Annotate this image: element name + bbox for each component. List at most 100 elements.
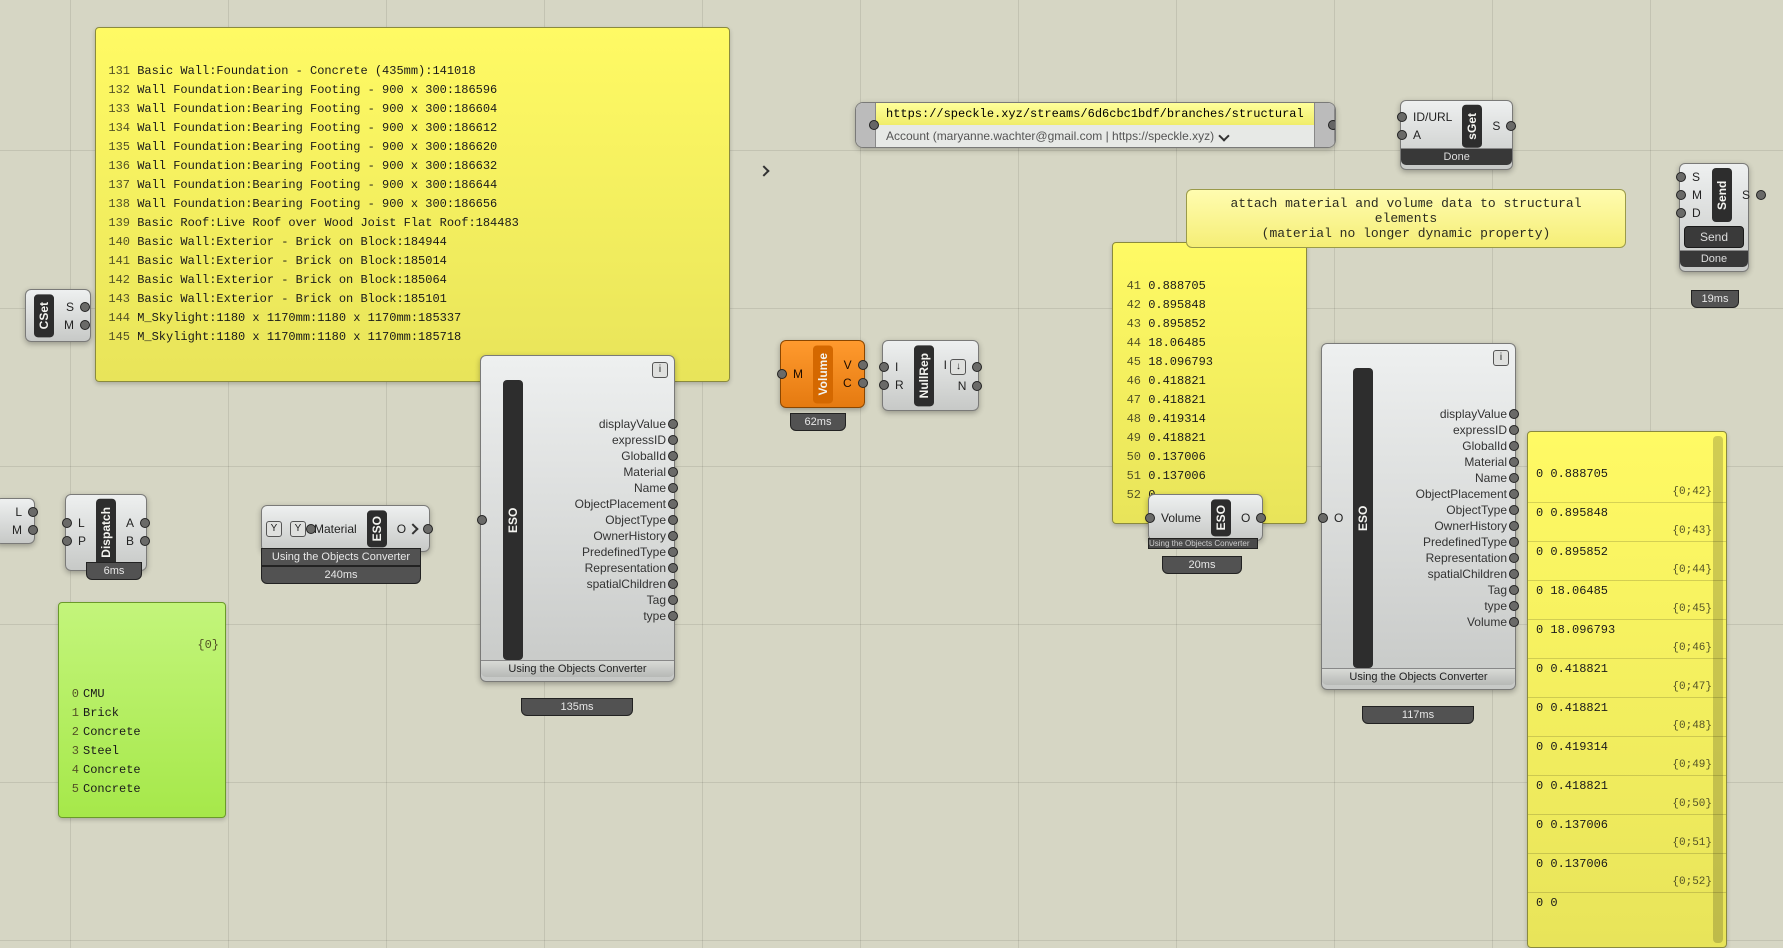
list-item: 44 18.06485 (1119, 334, 1300, 353)
eso-output-type[interactable]: type (527, 608, 674, 624)
nullrep-title: NullRep (914, 345, 934, 406)
eso-output-globalid[interactable]: GlobalId (527, 448, 674, 464)
list-item: 133 Wall Foundation:Bearing Footing - 90… (102, 100, 723, 119)
nullrep-out-i[interactable]: I ↓ (938, 356, 979, 377)
dispatch-out-a[interactable]: A (120, 514, 146, 532)
send-button[interactable]: Send (1684, 226, 1744, 248)
eso-output-name[interactable]: Name (1377, 470, 1515, 486)
dispatch-in-p[interactable]: P (66, 532, 92, 550)
eso-output-tag[interactable]: Tag (1377, 582, 1515, 598)
tree-row: 0 0.418821{0;47} (1528, 658, 1726, 697)
port-in-icon[interactable] (856, 103, 876, 147)
list-item: 2Concrete (65, 723, 219, 742)
send-in-m[interactable]: M (1680, 186, 1708, 204)
eso-output-displayvalue[interactable]: displayValue (1377, 406, 1515, 422)
volume-out-v[interactable]: V (837, 356, 864, 374)
eso-output-spatialchildren[interactable]: spatialChildren (527, 576, 674, 592)
material-eso-title: ESO (367, 510, 387, 547)
eso-output-ownerhistory[interactable]: OwnerHistory (527, 528, 674, 544)
cset-port-s[interactable]: S (58, 298, 86, 316)
eso-output-tag[interactable]: Tag (527, 592, 674, 608)
dispatch-out-b[interactable]: B (120, 532, 146, 550)
eso-output-objectplacement[interactable]: ObjectPlacement (1377, 486, 1515, 502)
dispatch-in-l[interactable]: L (66, 514, 92, 532)
volume-eso-timer: 20ms (1162, 556, 1242, 574)
eso-output-predefinedtype[interactable]: PredefinedType (527, 544, 674, 560)
chevron-down-icon[interactable] (1218, 130, 1229, 141)
eso-output-predefinedtype[interactable]: PredefinedType (1377, 534, 1515, 550)
down-arrow-icon[interactable]: ↓ (950, 359, 966, 375)
component-eso-right[interactable]: i O ESO displayValueexpressIDGlobalIdMat… (1321, 343, 1516, 690)
info-icon[interactable]: i (1493, 350, 1509, 366)
scrollbar[interactable] (1713, 436, 1723, 943)
eso-output-volume[interactable]: Volume (1377, 614, 1515, 630)
eso-output-globalid[interactable]: GlobalId (1377, 438, 1515, 454)
eso-output-material[interactable]: Material (527, 464, 674, 480)
stream-url-strip[interactable]: https://speckle.xyz/streams/6d6cbc1bdf/b… (855, 102, 1336, 148)
nullrep-in-i[interactable]: I (883, 358, 910, 376)
eso-output-representation[interactable]: Representation (1377, 550, 1515, 566)
eso-output-expressid[interactable]: expressID (1377, 422, 1515, 438)
cset-port-m[interactable]: M (58, 316, 86, 334)
list-item: 48 0.419314 (1119, 410, 1300, 429)
sget-in-idurl[interactable]: ID/URL (1401, 108, 1458, 126)
tree-row: 0 0.895848{0;43} (1528, 502, 1726, 541)
eso-output-expressid[interactable]: expressID (527, 432, 674, 448)
eso-output-objecttype[interactable]: ObjectType (527, 512, 674, 528)
component-send[interactable]: S M D Send S Send Done (1679, 163, 1749, 272)
component-eso-left[interactable]: i ESO displayValueexpressIDGlobalIdMater… (480, 355, 675, 682)
list-item: 132 Wall Foundation:Bearing Footing - 90… (102, 81, 723, 100)
eso-output-type[interactable]: type (1377, 598, 1515, 614)
send-out-s[interactable]: S (1736, 186, 1762, 204)
send-in-d[interactable]: D (1680, 204, 1708, 222)
sget-out-s[interactable]: S (1486, 117, 1512, 135)
component-sget[interactable]: ID/URL A sGet S Done (1400, 100, 1513, 170)
stream-url-field[interactable]: https://speckle.xyz/streams/6d6cbc1bdf/b… (876, 103, 1315, 125)
partial-out-m[interactable]: M (0, 521, 34, 539)
eso-output-objecttype[interactable]: ObjectType (1377, 502, 1515, 518)
eso-output-displayvalue[interactable]: displayValue (527, 416, 674, 432)
volume-eso-in[interactable]: Volume (1149, 509, 1207, 527)
eso-right-input[interactable]: O (1322, 368, 1349, 668)
component-material-eso[interactable]: Y Y Material ESO O (261, 505, 430, 552)
nullrep-out-n[interactable]: N (938, 377, 979, 395)
dispatch-title: Dispatch (96, 499, 116, 566)
panel-element-list[interactable]: 131 Basic Wall:Foundation - Concrete (43… (95, 27, 730, 382)
component-cset[interactable]: CSet S M (25, 289, 91, 342)
tree-row: 0 18.096793{0;46} (1528, 619, 1726, 658)
info-icon[interactable]: i (652, 362, 668, 378)
component-volume[interactable]: M Volume V C (780, 340, 865, 408)
component-nullrep[interactable]: I R NullRep I ↓ N (882, 340, 979, 411)
toggle-icon-2[interactable]: Y (290, 521, 306, 537)
eso-output-ownerhistory[interactable]: OwnerHistory (1377, 518, 1515, 534)
component-volume-eso[interactable]: Volume ESO O (1148, 494, 1263, 541)
sget-in-a[interactable]: A (1401, 126, 1458, 144)
partial-out-l[interactable]: L (0, 503, 34, 521)
list-item: 50 0.137006 (1119, 448, 1300, 467)
list-item: 143 Basic Wall:Exterior - Brick on Block… (102, 290, 723, 309)
eso-output-name[interactable]: Name (527, 480, 674, 496)
material-eso-out[interactable]: O (391, 520, 430, 538)
panel-tree-values[interactable]: 0 0.888705{0;42}0 0.895848{0;43}0 0.8958… (1527, 431, 1727, 948)
nullrep-in-r[interactable]: R (883, 376, 910, 394)
eso-output-material[interactable]: Material (1377, 454, 1515, 470)
material-eso-timer: 240ms (261, 566, 421, 584)
volume-eso-out[interactable]: O (1235, 509, 1262, 527)
send-in-s[interactable]: S (1680, 168, 1708, 186)
component-dispatch[interactable]: L P Dispatch A B (65, 494, 147, 571)
port-out-icon[interactable] (1315, 103, 1335, 147)
eso-output-spatialchildren[interactable]: spatialChildren (1377, 566, 1515, 582)
volume-out-c[interactable]: C (837, 374, 864, 392)
toggle-icon[interactable]: Y (266, 521, 282, 537)
material-input[interactable]: Material (310, 520, 363, 538)
eso-output-representation[interactable]: Representation (527, 560, 674, 576)
eso-left-title: ESO (503, 380, 523, 660)
panel-values[interactable]: 41 0.88870542 0.89584843 0.89585244 18.0… (1112, 242, 1307, 524)
component-partial-left[interactable]: L M (0, 498, 35, 544)
list-item: 137 Wall Foundation:Bearing Footing - 90… (102, 176, 723, 195)
eso-left-input[interactable] (481, 380, 499, 660)
eso-output-objectplacement[interactable]: ObjectPlacement (527, 496, 674, 512)
volume-title: Volume (813, 345, 833, 403)
volume-in-m[interactable]: M (781, 365, 809, 383)
panel-materials[interactable]: {0} 0CMU1Brick2Concrete3Steel4Concrete5C… (58, 602, 226, 818)
